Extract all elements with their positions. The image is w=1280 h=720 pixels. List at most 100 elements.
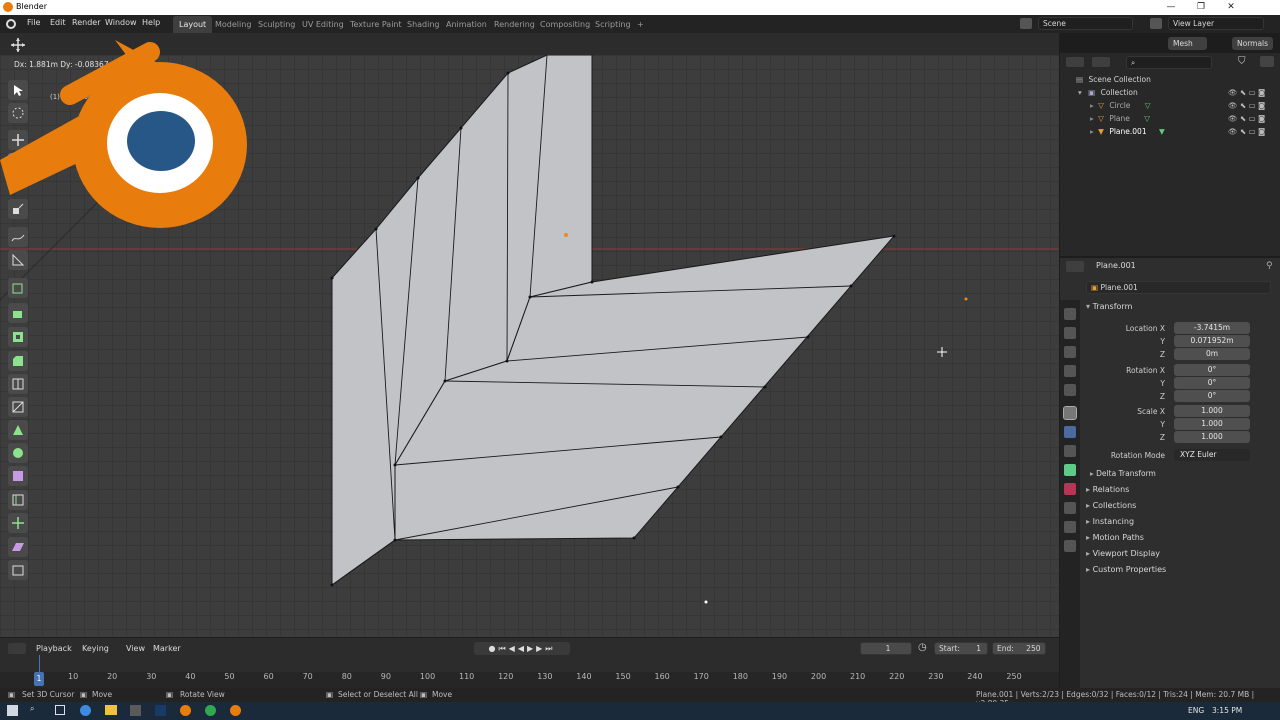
smooth-tool[interactable]	[8, 466, 28, 486]
maximize-icon[interactable]: ❐	[1186, 0, 1216, 15]
tab-shading[interactable]: Shading	[401, 16, 446, 33]
instancing-panel[interactable]: ▸ Instancing	[1086, 517, 1134, 526]
poly-build-tool[interactable]	[8, 420, 28, 440]
view-layer-icon[interactable]	[1150, 18, 1162, 29]
rotation-mode-dropdown[interactable]: XYZ Euler	[1174, 449, 1250, 461]
shear-tool[interactable]	[8, 537, 28, 557]
physics-tab-icon[interactable]	[1064, 521, 1076, 533]
edge-slide-tool[interactable]	[8, 490, 28, 510]
properties-editor-icon[interactable]	[1066, 261, 1084, 272]
outliner-item-plane-001[interactable]: ▸ ▼ Plane.001 ▼ 👁 ⬉ ▭ ◙	[1060, 125, 1280, 138]
delta-transform-panel[interactable]: ▸ Delta Transform	[1090, 469, 1156, 478]
mouse-left-icon: ▣	[8, 690, 16, 699]
tab-compositing[interactable]: Compositing	[534, 16, 596, 33]
timeline-menu-playback[interactable]: Playback	[36, 644, 72, 653]
outliner-item-plane[interactable]: ▸ ▽ Plane ▽ 👁 ⬉ ▭ ◙	[1060, 112, 1280, 125]
rip-region-tool[interactable]	[8, 560, 28, 580]
ruler-tick: 90	[380, 672, 391, 681]
blender-task-icon[interactable]	[180, 705, 191, 716]
material-tab-icon[interactable]	[1064, 483, 1076, 495]
edge-browser-icon[interactable]	[80, 705, 91, 716]
search-icon[interactable]: ⌕	[30, 704, 34, 714]
windows-start-icon[interactable]	[7, 705, 18, 716]
rotation-x-field[interactable]: 0°	[1174, 364, 1250, 376]
timeline-menu-marker[interactable]: Marker	[153, 644, 181, 653]
measure-tool[interactable]	[8, 250, 28, 270]
texture-tab-icon[interactable]	[1064, 502, 1076, 514]
ruler-tick: 50	[224, 672, 235, 681]
scene-icon[interactable]	[1020, 18, 1032, 29]
mesh-options-dropdown[interactable]: Mesh Options	[1168, 37, 1207, 61]
store-icon[interactable]	[130, 705, 141, 716]
viewport-display-panel[interactable]: ▸ Viewport Display	[1086, 549, 1160, 558]
knife-tool[interactable]	[8, 397, 28, 417]
outliner-collection[interactable]: ▾ ▣ Collection 👁 ⬉ ▭ ◙	[1060, 86, 1280, 99]
ruler-tick: 30	[146, 672, 157, 681]
object-name-field[interactable]: ▣ Plane.001	[1086, 281, 1271, 294]
tab-rendering[interactable]: Rendering	[488, 16, 541, 33]
view-layer-selector[interactable]: View Layer	[1168, 17, 1264, 30]
bevel-tool[interactable]	[8, 351, 28, 371]
custom-properties-panel[interactable]: ▸ Custom Properties	[1086, 565, 1166, 574]
data-tab-icon[interactable]	[1064, 464, 1076, 476]
tab-texture-paint[interactable]: Texture Paint	[344, 16, 408, 33]
rotation-label: Rotation X	[1126, 366, 1165, 375]
photoshop-icon[interactable]	[155, 705, 166, 716]
scale-y-field[interactable]: 1.000	[1174, 418, 1250, 430]
inset-tool[interactable]	[8, 327, 28, 347]
loop-cut-tool[interactable]	[8, 374, 28, 394]
task-view-icon[interactable]	[55, 705, 65, 715]
minimize-icon[interactable]: —	[1156, 0, 1186, 15]
new-collection-icon[interactable]	[1260, 56, 1274, 67]
scale-z-field[interactable]: 1.000	[1174, 431, 1250, 443]
rotation-y-field[interactable]: 0°	[1174, 377, 1250, 389]
timeline-editor-icon[interactable]	[8, 643, 26, 654]
close-icon[interactable]: ✕	[1216, 0, 1246, 15]
playback-controls[interactable]: ●⏮◀◀▶▶⏭	[474, 642, 570, 655]
scene-selector[interactable]: Scene	[1038, 17, 1133, 30]
collections-panel[interactable]: ▸ Collections	[1086, 501, 1136, 510]
outliner-item-circle[interactable]: ▸ ▽ Circle ▽ 👁 ⬉ ▭ ◙	[1060, 99, 1280, 112]
ruler-tick: 230	[928, 672, 944, 681]
motion-paths-panel[interactable]: ▸ Motion Paths	[1086, 533, 1144, 542]
relations-panel[interactable]: ▸ Relations	[1086, 485, 1129, 494]
outliner-editor-icon[interactable]	[1066, 57, 1084, 67]
shrink-fatten-tool[interactable]	[8, 513, 28, 533]
display-mode-icon[interactable]	[1092, 57, 1110, 67]
location-z-field[interactable]: 0m	[1174, 348, 1250, 360]
outliner-search-input[interactable]: ⌕	[1126, 56, 1212, 69]
constraints-tab-icon[interactable]	[1064, 540, 1076, 552]
add-cube-tool[interactable]	[8, 278, 28, 298]
end-frame-field[interactable]: End: 250	[992, 642, 1046, 655]
location-x-field[interactable]: -3.7415m	[1174, 322, 1250, 334]
timeline-menu-keying[interactable]: Keying	[82, 644, 109, 653]
normals-dropdown[interactable]: Normals	[1232, 37, 1274, 50]
rotation-z-field[interactable]: 0°	[1174, 390, 1250, 402]
scale-x-field[interactable]: 1.000	[1174, 405, 1250, 417]
clock-time[interactable]: 3:15 PM	[1212, 706, 1242, 715]
location-y-field[interactable]: 0.071952m	[1174, 335, 1250, 347]
clock-icon[interactable]: ◷	[918, 642, 927, 653]
ruler-tick: 200	[810, 672, 827, 681]
spin-tool[interactable]	[8, 443, 28, 463]
blender-task-icon-2[interactable]	[230, 705, 241, 716]
timeline-menu-view[interactable]: View	[126, 644, 145, 653]
tool-tab-icon[interactable]	[1064, 308, 1076, 320]
tab-scripting[interactable]: Scripting	[589, 16, 637, 33]
pin-icon[interactable]: ⚲	[1266, 261, 1273, 271]
file-explorer-icon[interactable]	[105, 705, 117, 715]
add-workspace-icon[interactable]: +	[631, 16, 650, 33]
tab-uv-editing[interactable]: UV Editing	[296, 16, 350, 33]
start-frame-field[interactable]: Start: 1	[934, 642, 988, 655]
chrome-icon[interactable]	[205, 705, 216, 716]
current-frame-field[interactable]: 1	[860, 642, 912, 655]
transform-panel-header[interactable]: ▾ Transform	[1086, 302, 1132, 311]
filter-icon[interactable]: ⛉	[1238, 56, 1246, 67]
outliner-scene-collection[interactable]: ▤ Scene Collection	[1060, 73, 1280, 86]
visibility-icons[interactable]: 👁 ⬉ ▭ ◙	[1228, 86, 1265, 99]
extrude-tool[interactable]	[8, 303, 28, 323]
tab-animation[interactable]: Animation	[440, 16, 493, 33]
tab-sculpting[interactable]: Sculpting	[252, 16, 301, 33]
playhead[interactable]: 1	[34, 672, 44, 686]
language-indicator[interactable]: ENG	[1188, 706, 1204, 715]
